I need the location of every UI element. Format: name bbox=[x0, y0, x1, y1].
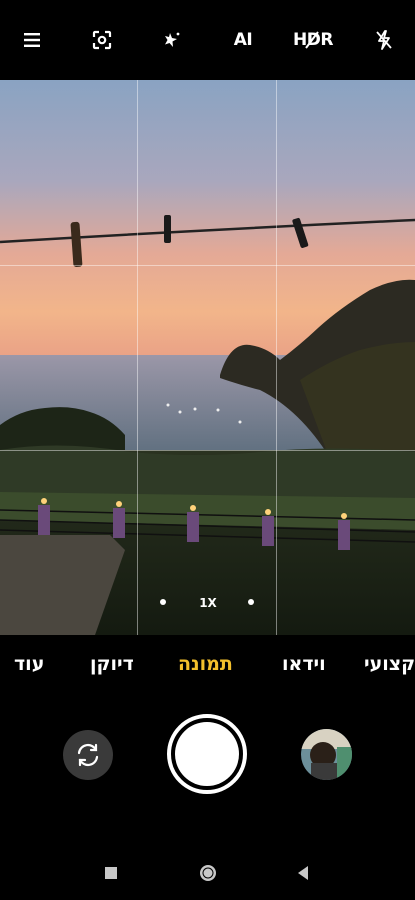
grid-line bbox=[0, 450, 415, 451]
flash-off-icon[interactable] bbox=[372, 26, 396, 54]
flip-camera-button[interactable] bbox=[63, 730, 113, 780]
flip-camera-icon bbox=[77, 743, 99, 767]
mode-pro-label: מקצועי bbox=[364, 653, 415, 675]
capture-controls bbox=[0, 695, 415, 825]
zoom-level[interactable]: 1X bbox=[192, 594, 224, 612]
shutter-inner bbox=[175, 722, 239, 786]
viewfinder-preview-image bbox=[0, 80, 415, 635]
system-navigation-bar bbox=[0, 825, 415, 900]
grid-line bbox=[137, 80, 138, 635]
shutter-button[interactable] bbox=[167, 714, 247, 794]
menu-icon[interactable] bbox=[20, 26, 44, 54]
mode-more[interactable]: עוד bbox=[14, 653, 44, 675]
focus-icon[interactable] bbox=[90, 26, 114, 54]
mode-video[interactable]: וידאו bbox=[282, 653, 326, 675]
ai-toggle[interactable]: AI bbox=[228, 26, 258, 54]
home-icon[interactable] bbox=[197, 862, 219, 884]
beauty-icon[interactable] bbox=[160, 26, 184, 54]
gallery-thumbnail-image bbox=[301, 729, 352, 780]
hdr-label: HDR bbox=[293, 30, 333, 50]
back-icon[interactable] bbox=[295, 865, 311, 881]
mode-photo[interactable]: תמונה bbox=[178, 653, 233, 675]
zoom-option-dot[interactable] bbox=[160, 599, 166, 605]
mode-pro[interactable]: מקצועי bbox=[364, 653, 415, 675]
recents-icon[interactable] bbox=[103, 865, 119, 881]
camera-toolbar: AI HDR bbox=[0, 0, 415, 80]
mode-selector: עוד דיוקן תמונה וידאו מקצועי bbox=[0, 635, 415, 695]
viewfinder[interactable]: 1X bbox=[0, 80, 415, 635]
gallery-thumbnail[interactable] bbox=[301, 729, 352, 780]
grid-line bbox=[0, 265, 415, 266]
mode-portrait[interactable]: דיוקן bbox=[90, 653, 134, 675]
hdr-toggle[interactable]: HDR bbox=[293, 26, 333, 54]
zoom-option-dot[interactable] bbox=[248, 599, 254, 605]
zoom-selector: 1X bbox=[0, 594, 415, 612]
grid-line bbox=[276, 80, 277, 635]
